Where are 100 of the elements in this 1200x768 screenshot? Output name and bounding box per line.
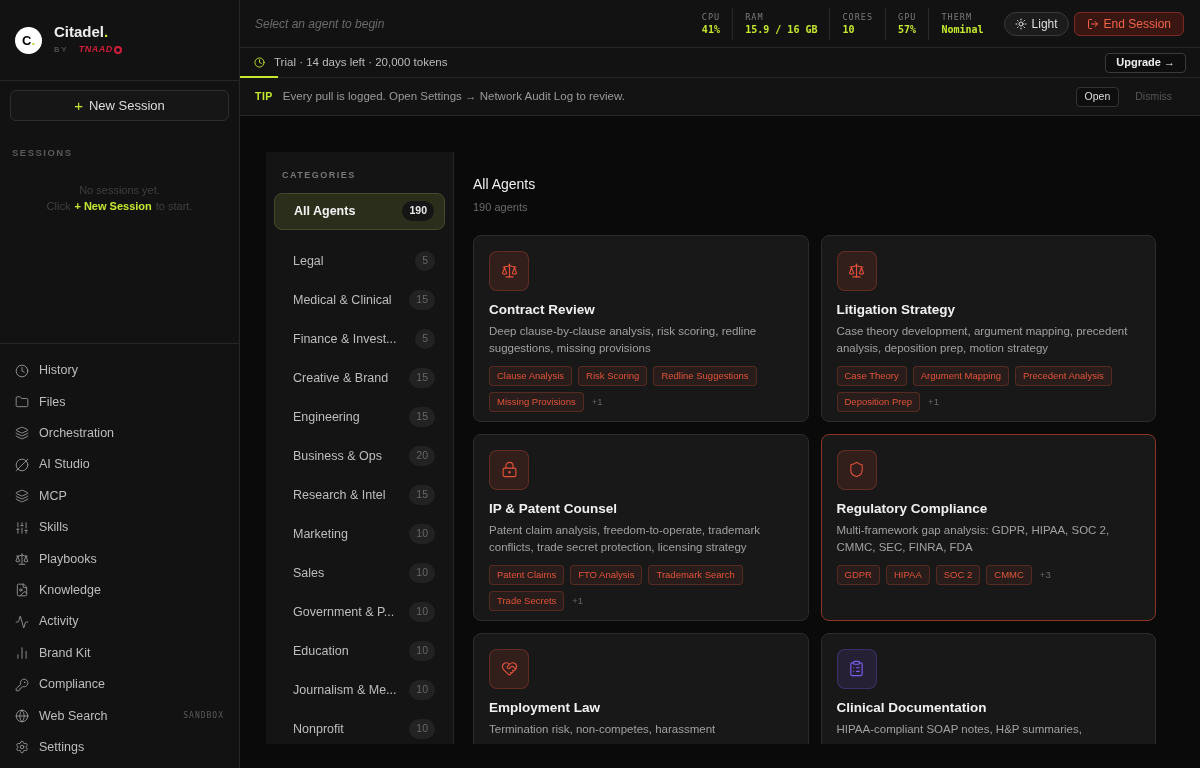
section-title: All Agents	[473, 175, 537, 194]
sliders-icon	[15, 520, 29, 535]
category-item[interactable]: Education 10	[274, 631, 445, 671]
more-count: +3	[1039, 567, 1051, 582]
count-badge: 5	[415, 251, 435, 271]
count-badge: 190	[402, 201, 434, 221]
count-badge: 15	[409, 407, 435, 427]
nav-item[interactable]: Orchestration	[0, 417, 239, 450]
upgrade-button[interactable]: Upgrade →	[1105, 52, 1186, 73]
nav-item[interactable]: Playbooks	[0, 543, 239, 575]
metric-value: 15.9 / 16 GB	[745, 22, 818, 37]
metric-label: CPU	[701, 10, 721, 23]
nav-item[interactable]: Brand Kit	[0, 637, 239, 669]
tag: SOC 2	[935, 564, 981, 585]
tag: Redline Suggestions	[653, 365, 757, 386]
nav-item[interactable]: Web Search SANDBOX	[0, 700, 239, 732]
key-icon	[15, 677, 29, 692]
theme-button[interactable]: Light	[1003, 11, 1069, 36]
agent-card[interactable]: Regulatory Compliance Multi-framework gap analysis: GDPR, HIPAA, SOC 2, CMMC, SEC, FINRA, FDA GDPR HIPAA SOC 2 CMMC +3	[820, 433, 1156, 621]
agent-title: Employment Law	[489, 698, 602, 717]
agent-card[interactable]: Litigation Strategy Case theory development, argument mapping, precedent analysis, deposition prep, motion strategy Case Theory Argument Mapping Precedent Analysis Deposition Prep +1	[820, 234, 1156, 422]
new-session-button[interactable]: + New Session	[10, 90, 229, 121]
agent-description: Termination risk, non-competes, harassment	[489, 721, 717, 737]
nav-item[interactable]: AI Studio	[0, 449, 239, 481]
agent-card[interactable]: Employment Law Termination risk, non-competes, harassment	[473, 632, 809, 744]
category-item[interactable]: Nonprofit 10	[274, 709, 445, 744]
open-button[interactable]: Open	[1075, 86, 1120, 107]
metric-value: Nominal	[941, 22, 984, 37]
tag: Risk Scoring	[578, 365, 648, 386]
tag: Missing Provisions	[489, 391, 584, 412]
tag: Deposition Prep	[836, 391, 921, 412]
agent-card[interactable]: Clinical Documentation HIPAA-compliant SOAP notes, H&P summaries,	[820, 632, 1156, 744]
tag: HIPAA	[885, 564, 930, 585]
category-item[interactable]: Legal 5	[274, 241, 445, 281]
count-badge: 10	[409, 641, 435, 661]
metric-value: 57%	[898, 22, 917, 37]
category-item[interactable]: Research & Intel 15	[274, 475, 445, 515]
category-item[interactable]: Government & P... 10	[274, 592, 445, 632]
category-item[interactable]: Medical & Clinical 15	[274, 280, 445, 320]
category-item[interactable]: Sales 10	[274, 553, 445, 593]
agent-title: IP & Patent Counsel	[489, 499, 619, 518]
clock-icon	[254, 57, 265, 68]
agent-card[interactable]: Contract Review Deep clause-by-clause analysis, risk scoring, redline suggestions, missing provisions Clause Analysis Risk Scoring Redline Suggestions Missing Provisions +1	[473, 234, 809, 422]
nav-item[interactable]: History	[0, 354, 239, 387]
count-badge: 10	[409, 680, 435, 700]
category-item[interactable]: Creative & Brand 15	[274, 358, 445, 398]
metric-value: 10	[842, 22, 856, 37]
nav-item[interactable]: Skills	[0, 511, 239, 544]
agent-title: Regulatory Compliance	[836, 499, 989, 518]
category-item[interactable]: All Agents 190	[274, 192, 445, 230]
category-item[interactable]: Finance & Invest... 5	[274, 319, 445, 359]
agent-description: HIPAA-compliant SOAP notes, H&P summaries,	[836, 721, 1083, 737]
count-badge: 20	[409, 446, 435, 466]
nav-item[interactable]: Files	[0, 386, 239, 418]
settings-icon	[15, 740, 29, 755]
categories-heading: CATEGORIES	[281, 169, 357, 182]
brand-name: Citadel.	[54, 23, 110, 43]
sessions-heading: SESSIONS	[11, 146, 74, 160]
metric-label: GPU	[898, 10, 917, 23]
count-badge: 10	[409, 719, 435, 739]
document-icon	[15, 583, 29, 598]
agent-title: Clinical Documentation	[836, 698, 988, 717]
category-item[interactable]: Business & Ops 20	[274, 436, 445, 476]
folder-icon	[15, 395, 29, 409]
agent-title: Litigation Strategy	[836, 300, 956, 319]
agent-card[interactable]: IP & Patent Counsel Patent claim analysis, freedom-to-operate, trademark conflicts, trade secret protection, licensing strategy Patent Claims FTO Analysis Trademark Search Trade Secrets +1	[473, 433, 809, 621]
agent-description: Deep clause-by-clause analysis, risk scoring, redline suggestions, missing provisions	[489, 323, 758, 356]
tag: GDPR	[836, 564, 880, 585]
tag: FTO Analysis	[570, 564, 643, 585]
tag: Trade Secrets	[489, 590, 565, 611]
count-badge: 10	[409, 602, 435, 622]
more-count: +1	[572, 593, 584, 608]
nav-item[interactable]: Activity	[0, 606, 239, 638]
tag: Trademark Search	[648, 564, 743, 585]
layers-icon	[15, 426, 29, 441]
agent-description: Case theory development, argument mapping, precedent analysis, deposition prep, motion strategy	[836, 323, 1129, 356]
count-badge: 10	[409, 524, 435, 544]
nav-item[interactable]: Compliance	[0, 668, 239, 701]
count-badge: 15	[409, 368, 435, 388]
nav-item[interactable]: Knowledge	[0, 574, 239, 607]
logo-icon: C.	[15, 26, 42, 54]
new-session-link[interactable]: + New Session	[74, 198, 152, 215]
category-item[interactable]: Marketing 10	[274, 514, 445, 554]
end-session-button[interactable]: End Session	[1073, 11, 1184, 36]
layers-icon	[15, 489, 29, 504]
category-item[interactable]: Engineering 15	[274, 397, 445, 437]
scale-icon	[15, 551, 29, 566]
sandbox-label: SANDBOX	[183, 709, 224, 722]
tip-message: Every pull is logged. Open Settings → Network Audit Log to review.	[282, 88, 626, 104]
nav-item[interactable]: MCP	[0, 480, 239, 512]
agent-field[interactable]: Select an agent to begin	[255, 14, 690, 33]
tag: Patent Claims	[489, 564, 565, 585]
category-item[interactable]: Journalism & Me... 10	[274, 670, 445, 710]
tag: Precedent Analysis	[1015, 365, 1112, 386]
tag: Case Theory	[836, 365, 907, 386]
count-badge: 15	[409, 290, 435, 310]
more-count: +1	[928, 394, 939, 409]
logout-icon	[1086, 17, 1099, 30]
count-badge: 15	[409, 485, 435, 505]
nav-item[interactable]: Settings	[0, 731, 239, 763]
